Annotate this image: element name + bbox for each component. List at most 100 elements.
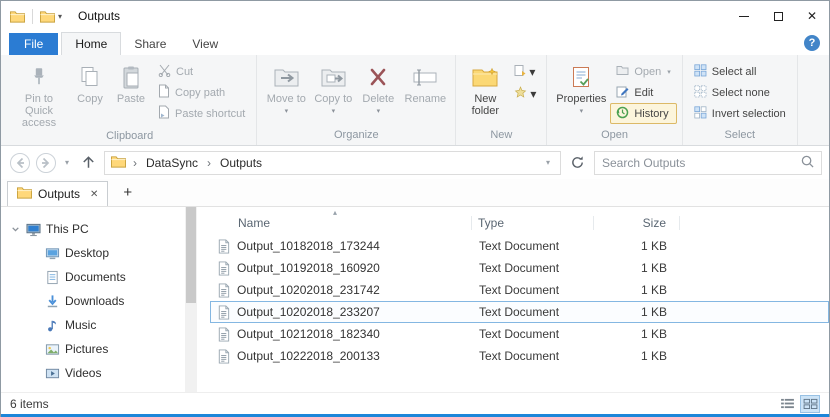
new-folder-button[interactable]: New folder xyxy=(461,58,509,128)
delete-button[interactable]: Delete ▾ xyxy=(356,58,400,128)
large-icons-view-icon xyxy=(803,398,818,409)
explorer-tab-bar: Outputs ✕ + xyxy=(1,179,829,207)
sidebar-item-documents[interactable]: Documents xyxy=(1,265,185,289)
open-button[interactable]: Open ▾ xyxy=(610,61,676,82)
column-header-name[interactable]: Name xyxy=(210,216,472,230)
file-size: 1 KB xyxy=(595,239,681,253)
address-dropdown-chevron-icon[interactable]: ▾ xyxy=(542,158,554,167)
titlebar[interactable]: ▾ Outputs ✕ xyxy=(1,1,829,31)
sidebar-item-downloads[interactable]: Downloads xyxy=(1,289,185,313)
easy-access-button[interactable]: ▾ xyxy=(511,85,539,102)
sidebar-item-label: Pictures xyxy=(65,342,108,356)
search-icon xyxy=(801,155,814,171)
sidebar-item-desktop[interactable]: Desktop xyxy=(1,241,185,265)
rename-button[interactable]: Rename xyxy=(400,58,450,128)
minimize-icon xyxy=(739,16,749,17)
copy-button[interactable]: Copy xyxy=(70,58,110,129)
items-count: 6 items xyxy=(10,397,49,411)
select-all-button[interactable]: Select all xyxy=(688,61,792,82)
minimize-button[interactable] xyxy=(727,1,761,31)
details-view-icon xyxy=(780,398,795,409)
quick-access-toolbar-separator xyxy=(32,9,33,24)
tab-close-icon[interactable]: ✕ xyxy=(90,189,98,200)
new-item-button[interactable]: ▾ xyxy=(511,63,539,80)
downloads-icon xyxy=(45,294,60,309)
select-none-icon xyxy=(694,85,707,101)
ribbon-group-clipboard: Pin to Quick access Copy Paste Cut xyxy=(3,55,257,145)
quick-access-toolbar-chevron-icon[interactable]: ▾ xyxy=(58,12,62,21)
file-name: Output_10222018_200133 xyxy=(237,349,380,363)
column-header-size[interactable]: Size xyxy=(594,216,680,230)
file-row[interactable]: Output_10182018_173244Text Document1 KB xyxy=(210,235,829,257)
group-label-organize: Organize xyxy=(258,128,454,145)
file-list: Output_10182018_173244Text Document1 KB O… xyxy=(210,235,829,367)
file-type: Text Document xyxy=(473,261,595,275)
tab-share[interactable]: Share xyxy=(121,33,179,55)
text-document-icon xyxy=(216,283,231,298)
chevron-down-icon: ▾ xyxy=(667,68,671,76)
search-box[interactable] xyxy=(594,151,822,175)
breadcrumb-outputs[interactable]: Outputs xyxy=(218,156,264,170)
select-none-button[interactable]: Select none xyxy=(688,82,792,103)
location-folder-icon xyxy=(111,154,126,172)
file-row[interactable]: Output_10212018_182340Text Document1 KB xyxy=(210,323,829,345)
close-icon: ✕ xyxy=(807,10,817,22)
delete-icon xyxy=(369,61,387,93)
address-box[interactable]: › DataSync › Outputs ▾ xyxy=(104,151,561,175)
paste-shortcut-button[interactable]: Paste shortcut xyxy=(152,103,251,124)
chevron-down-icon: ▾ xyxy=(377,106,381,118)
forward-button[interactable] xyxy=(34,151,58,175)
scrollbar-thumb[interactable] xyxy=(186,207,196,303)
quick-access-folder-icon[interactable] xyxy=(40,9,55,24)
edit-button[interactable]: Edit xyxy=(610,82,676,103)
sidebar-item-this-pc[interactable]: This PC xyxy=(1,217,185,241)
up-button[interactable] xyxy=(76,151,100,175)
file-size: 1 KB xyxy=(595,283,681,297)
large-icons-view-button[interactable] xyxy=(800,395,820,413)
sidebar-item-music[interactable]: Music xyxy=(1,313,185,337)
refresh-button[interactable] xyxy=(565,151,589,175)
search-input[interactable] xyxy=(602,156,801,170)
file-name: Output_10202018_231742 xyxy=(237,283,380,297)
file-row[interactable]: Output_10222018_200133Text Document1 KB xyxy=(210,345,829,367)
column-header-type[interactable]: Type xyxy=(472,216,594,230)
maximize-button[interactable] xyxy=(761,1,795,31)
paste-button[interactable]: Paste xyxy=(110,58,152,129)
new-tab-button[interactable]: + xyxy=(119,184,136,201)
sidebar-item-pictures[interactable]: Pictures xyxy=(1,337,185,361)
invert-selection-button[interactable]: Invert selection xyxy=(688,103,792,124)
file-row[interactable]: Output_10202018_233207Text Document1 KB xyxy=(210,301,829,323)
file-row[interactable]: Output_10202018_231742Text Document1 KB xyxy=(210,279,829,301)
help-button[interactable]: ? xyxy=(804,35,820,51)
tab-home[interactable]: Home xyxy=(61,32,121,55)
sidebar-list: This PCDesktopDocumentsDownloadsMusic Pic… xyxy=(1,217,185,385)
this-pc-icon xyxy=(26,222,41,237)
cut-button[interactable]: Cut xyxy=(152,61,251,82)
sidebar-scrollbar[interactable] xyxy=(185,207,197,392)
tab-file[interactable]: File xyxy=(9,33,58,55)
file-row[interactable]: Output_10192018_160920Text Document1 KB xyxy=(210,257,829,279)
recent-locations-chevron-icon[interactable]: ▾ xyxy=(60,151,74,175)
pin-to-quick-access-button[interactable]: Pin to Quick access xyxy=(8,58,70,129)
file-name: Output_10192018_160920 xyxy=(237,261,380,275)
tab-view[interactable]: View xyxy=(179,33,231,55)
tab-label: Outputs xyxy=(38,187,80,201)
sidebar-item-videos[interactable]: Videos xyxy=(1,361,185,385)
group-label-clipboard: Clipboard xyxy=(4,129,255,145)
copy-to-button[interactable]: Copy to ▾ xyxy=(310,58,356,128)
view-toggle-buttons xyxy=(777,395,820,413)
properties-button[interactable]: Properties ▾ xyxy=(552,58,610,128)
close-button[interactable]: ✕ xyxy=(795,1,829,31)
ribbon-group-select: Select all Select none Invert selection … xyxy=(683,55,798,145)
back-button[interactable] xyxy=(8,151,32,175)
file-size: 1 KB xyxy=(595,305,681,319)
expander-chevron-icon[interactable] xyxy=(9,225,21,234)
tab-outputs[interactable]: Outputs ✕ xyxy=(7,181,108,206)
breadcrumb-datasync[interactable]: DataSync xyxy=(144,156,200,170)
copy-path-button[interactable]: Copy path xyxy=(152,82,251,103)
group-label-open: Open xyxy=(548,128,680,145)
history-button[interactable]: History xyxy=(610,103,676,124)
details-view-button[interactable] xyxy=(777,395,797,413)
move-to-button[interactable]: Move to ▾ xyxy=(262,58,310,128)
breadcrumb-chevron-icon: › xyxy=(204,156,214,170)
